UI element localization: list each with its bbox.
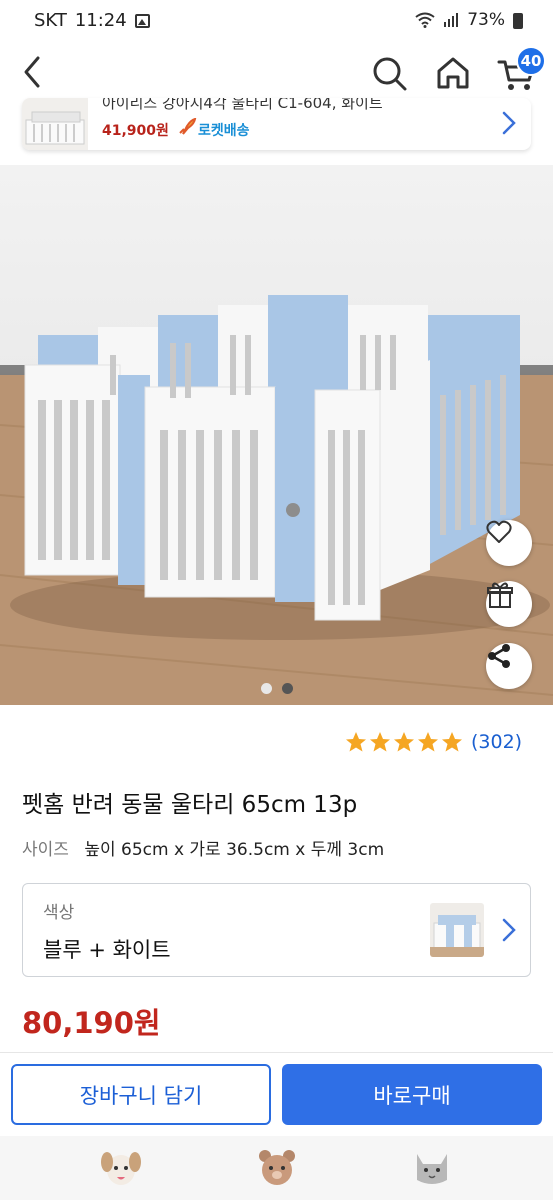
clock: 11:24 — [74, 10, 127, 31]
gift-button[interactable] — [486, 581, 532, 627]
option-value: 블루 + 화이트 — [43, 938, 171, 962]
buy-now-button[interactable]: 바로구매 — [282, 1064, 542, 1125]
status-bar: SKT 11:24 73% — [0, 0, 553, 44]
option-thumbnail — [430, 903, 484, 957]
product-price: 80,190원 — [22, 1006, 161, 1040]
favorite-button[interactable] — [486, 520, 532, 566]
status-left: SKT 11:24 — [34, 10, 150, 31]
search-icon[interactable] — [370, 54, 408, 92]
recommended-product-title: 아이리즈 강아지4각 울타리 C1-604, 화이트 — [102, 98, 383, 112]
share-icon — [488, 644, 510, 668]
dog-icon[interactable] — [98, 1144, 144, 1190]
heart-icon — [486, 520, 512, 543]
rating-summary[interactable]: (302) — [345, 731, 522, 753]
gallery-notification-icon — [134, 13, 150, 28]
playpen-illustration — [0, 295, 553, 705]
color-option-selector[interactable]: 색상 블루 + 화이트 — [22, 883, 531, 977]
star-icon — [394, 732, 414, 752]
cat-icon[interactable] — [409, 1144, 455, 1190]
carousel-dot-active[interactable] — [282, 683, 293, 694]
star-icon — [442, 732, 462, 752]
recommended-product-price: 41,900원 — [102, 123, 169, 139]
share-button[interactable] — [486, 643, 532, 689]
recommended-product-thumbnail — [22, 98, 88, 150]
size-value: 높이 65cm x 가로 36.5cm x 두께 3cm — [84, 840, 385, 860]
wifi-icon — [415, 12, 435, 28]
cart-count-badge[interactable]: 40 — [516, 46, 546, 76]
chevron-right-icon[interactable] — [501, 917, 517, 943]
option-label: 색상 — [43, 903, 75, 923]
divider — [0, 1052, 553, 1053]
recommended-product-strip[interactable]: 아이리즈 강아지4각 울타리 C1-604, 화이트 41,900원 로켓배송 — [22, 98, 531, 150]
star-icon — [346, 732, 366, 752]
size-info: 사이즈 높이 65cm x 가로 36.5cm x 두께 3cm — [22, 835, 384, 860]
star-icon — [418, 732, 438, 752]
status-right: 73% — [415, 10, 523, 30]
signal-icon — [444, 13, 459, 27]
battery-icon — [513, 13, 523, 29]
star-icon — [370, 732, 390, 752]
battery-percent: 73% — [467, 10, 505, 30]
add-to-cart-button[interactable]: 장바구니 담기 — [11, 1064, 271, 1125]
rocket-icon — [179, 118, 197, 135]
product-image-carousel[interactable] — [0, 165, 553, 705]
top-nav-bar: 40 — [0, 44, 553, 102]
bottom-pet-bar — [0, 1136, 553, 1200]
rocket-delivery-label: 로켓배송 — [198, 123, 250, 139]
carrier-label: SKT — [34, 10, 67, 31]
chevron-right-icon[interactable] — [501, 110, 517, 136]
gift-icon — [487, 582, 513, 608]
back-arrow-icon[interactable] — [18, 54, 50, 90]
home-icon[interactable] — [434, 54, 472, 92]
product-title: 펫홈 반려 동물 울타리 65cm 13p — [22, 792, 358, 818]
bear-icon[interactable] — [254, 1144, 300, 1190]
carousel-dot[interactable] — [261, 683, 272, 694]
size-label: 사이즈 — [22, 840, 69, 860]
carousel-indicator — [261, 683, 293, 694]
review-count-link[interactable]: (302) — [471, 731, 522, 753]
